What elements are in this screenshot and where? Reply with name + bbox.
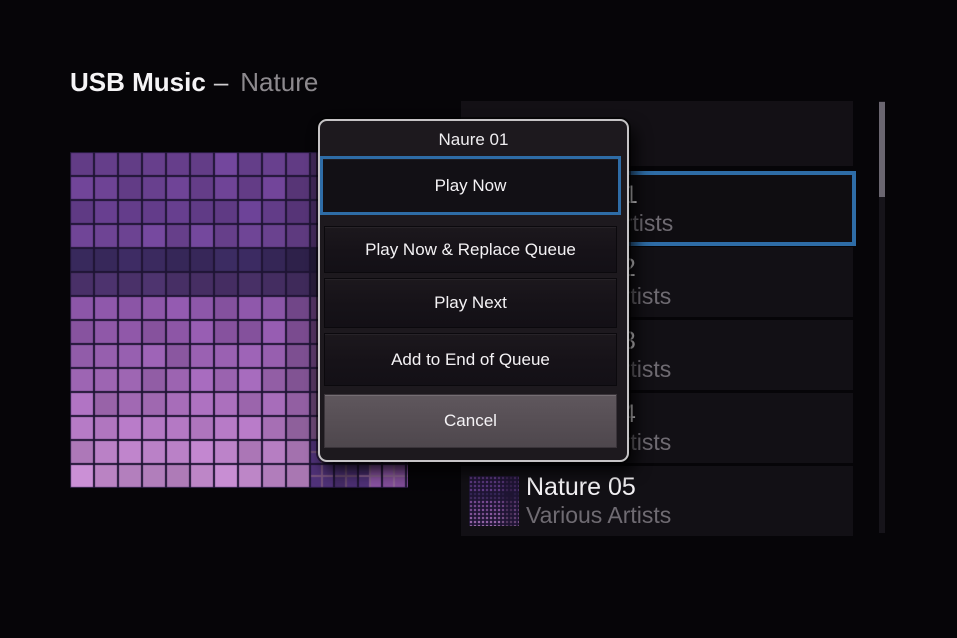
- dialog-button-add-to-end-of-queue[interactable]: Add to End of Queue: [324, 333, 617, 386]
- scrollbar[interactable]: [879, 101, 885, 533]
- track-row-5[interactable]: Nature 05Various Artists: [461, 466, 853, 536]
- dialog-title: Naure 01: [320, 130, 627, 150]
- dialog-button-play-now-replace-queue[interactable]: Play Now & Replace Queue: [324, 226, 617, 273]
- track-meta: Nature 05Various Artists: [526, 473, 671, 529]
- track-artist: Various Artists: [526, 502, 671, 529]
- title-separator: –: [214, 67, 228, 97]
- page-title-source: USB Music: [70, 67, 206, 97]
- page-title: USB Music–Nature: [70, 66, 318, 98]
- breadcrumb-current: Nature: [240, 67, 318, 97]
- context-menu-dialog: Naure 01 Play Now Play Now & Replace Queu…: [318, 119, 629, 462]
- track-title: Nature 05: [526, 473, 671, 502]
- screen: USB Music–Nature Nature 01Various Artist…: [0, 0, 957, 638]
- dialog-button-play-next[interactable]: Play Next: [324, 278, 617, 328]
- dialog-button-play-now[interactable]: Play Now: [320, 156, 621, 215]
- album-thumbnail: [469, 476, 519, 526]
- scrollbar-thumb[interactable]: [879, 102, 885, 197]
- dialog-button-cancel[interactable]: Cancel: [324, 394, 617, 448]
